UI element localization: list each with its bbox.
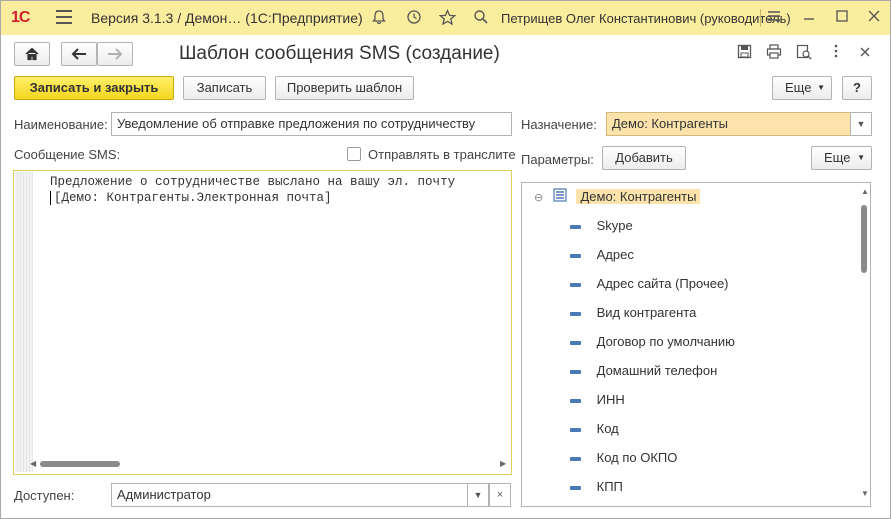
chevron-down-icon: ▼ [817,83,825,92]
main-menu-icon[interactable] [56,10,72,24]
tree-item[interactable]: Домашний телефон [570,360,717,382]
tree-item-label: Адрес [596,247,634,262]
history-icon[interactable] [405,9,423,27]
maximize-icon[interactable] [833,9,851,27]
name-input[interactable]: Уведомление об отправке предложения по с… [111,112,512,136]
save-and-close-button[interactable]: Записать и закрыть [14,76,174,100]
sms-text-editor[interactable]: Предложение о сотрудничестве выслано на … [13,170,512,475]
arrow-left-icon [71,48,86,60]
catalog-icon [553,187,567,209]
print-icon[interactable] [765,44,783,62]
available-dropdown-button[interactable]: ▼ [467,483,489,507]
scroll-left-icon[interactable]: ◀ [30,459,36,468]
tree-item-label: Код [596,421,619,436]
minimize-icon[interactable] [800,9,818,27]
tree-item[interactable]: Код [570,418,619,440]
more-vertical-icon[interactable] [827,44,845,62]
tree-item-label: КПП [596,479,623,494]
tree-item[interactable]: Адрес сайта (Прочее) [570,273,729,295]
search-icon[interactable] [472,9,490,27]
field-icon [570,253,581,258]
translit-label[interactable]: Отправлять в транслите [368,147,516,162]
tree-item[interactable]: Адрес [570,244,634,266]
field-icon [570,369,581,374]
purpose-input[interactable]: Демо: Контрагенты [606,112,851,136]
field-icon [570,340,581,345]
translit-checkbox[interactable] [347,147,361,161]
field-icon [570,224,581,229]
params-label: Параметры: [521,152,594,167]
tree-item[interactable]: Код по ОКПО [570,447,677,469]
divider [760,9,761,27]
field-icon [570,282,581,287]
tree-root-row[interactable]: ⊖ Демо: Контрагенты [534,186,701,209]
purpose-label: Назначение: [521,117,597,132]
arrow-right-icon [108,48,123,60]
field-icon [570,456,581,461]
form-title: Шаблон сообщения SMS (создание) [179,43,500,64]
title-bar: 1С Версия 3.1.3 / Демон… (1С:Предприятие… [1,1,890,35]
save-button[interactable]: Записать [183,76,266,100]
close-window-icon[interactable] [865,9,883,27]
settings-menu-icon[interactable] [765,9,783,27]
home-icon [25,47,39,61]
tree-scrollbar-thumb[interactable] [861,205,867,273]
text-caret [50,191,51,205]
tree-item[interactable]: Договор по умолчанию [570,331,735,353]
window-title: Версия 3.1.3 / Демон… (1С:Предприятие) [91,10,363,26]
params-more-button[interactable]: Еще ▼ [811,146,872,170]
purpose-dropdown-button[interactable]: ▼ [850,112,872,136]
tree-item[interactable]: Вид контрагента [570,302,696,324]
scroll-right-icon[interactable]: ▶ [500,459,506,468]
field-icon [570,485,581,490]
editor-line-1: Предложение о сотрудничестве выслано на … [50,175,456,189]
tree-item-label: ИНН [596,392,625,407]
field-icon [570,311,581,316]
tree-item[interactable]: Skype [570,215,633,237]
tree-item-label: Skype [596,218,633,233]
scroll-down-icon[interactable]: ▼ [861,489,869,498]
back-button[interactable] [61,42,97,66]
check-template-button[interactable]: Проверить шаблон [275,76,414,100]
field-icon [570,398,581,403]
collapse-icon[interactable]: ⊖ [534,192,543,204]
bell-icon[interactable] [370,9,388,27]
tree-item[interactable]: КПП [570,476,623,498]
tree-item-label: Договор по умолчанию [596,334,735,349]
editor-gutter [15,172,33,472]
tree-item-label: Код по ОКПО [596,450,678,465]
forward-button[interactable] [97,42,133,66]
tree-root-label: Демо: Контрагенты [576,189,701,204]
close-form-icon[interactable] [856,44,874,62]
tree-item-label: Вид контрагента [596,305,697,320]
add-parameter-button[interactable]: Добавить [602,146,686,170]
current-user[interactable]: Петрищев Олег Константинович (руководите… [501,11,791,26]
more-button-label: Еще [785,80,812,95]
available-input[interactable]: Администратор [111,483,468,507]
clear-icon[interactable]: × [489,483,511,507]
chevron-down-icon: ▼ [857,153,865,162]
tree-item-label: Адрес сайта (Прочее) [596,276,729,291]
field-icon [570,427,581,432]
params-more-label: Еще [824,150,851,165]
editor-horizontal-scrollbar[interactable]: ◀ ▶ [30,459,506,469]
editor-line-2: [Демо: Контрагенты.Электронная почта] [54,191,332,205]
parameters-tree[interactable]: ⊖ Демо: Контрагенты Skype Адрес Адрес са… [521,182,871,507]
tree-item[interactable]: ИНН [570,389,625,411]
available-label: Доступен: [14,488,75,503]
save-icon[interactable] [735,44,753,62]
help-button[interactable]: ? [842,76,872,100]
tree-item-label: Домашний телефон [596,363,718,378]
preview-icon[interactable] [795,44,813,62]
name-label: Наименование: [14,117,108,132]
scrollbar-thumb[interactable] [40,461,120,467]
star-icon[interactable] [438,9,456,27]
sms-label: Сообщение SMS: [14,147,121,162]
window: 1С Версия 3.1.3 / Демон… (1С:Предприятие… [0,0,891,519]
scroll-up-icon[interactable]: ▲ [861,187,869,196]
home-button[interactable] [14,42,50,66]
app-logo: 1С [11,9,30,26]
more-button[interactable]: Еще ▼ [772,76,832,100]
